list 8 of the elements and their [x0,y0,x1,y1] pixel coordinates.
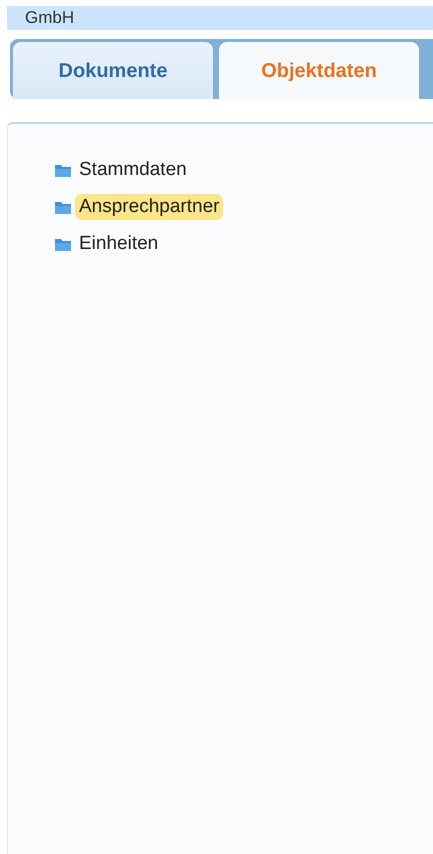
folder-icon [55,164,71,176]
company-name: GmbH [25,8,74,28]
tree-item[interactable]: Stammdaten [75,157,191,183]
tree-item[interactable]: Ansprechpartner [75,194,224,220]
tree-item[interactable]: Einheiten [75,231,162,257]
tab[interactable]: Dokumente [13,42,213,99]
folder-icon [55,200,71,214]
folder-icon [55,238,71,250]
